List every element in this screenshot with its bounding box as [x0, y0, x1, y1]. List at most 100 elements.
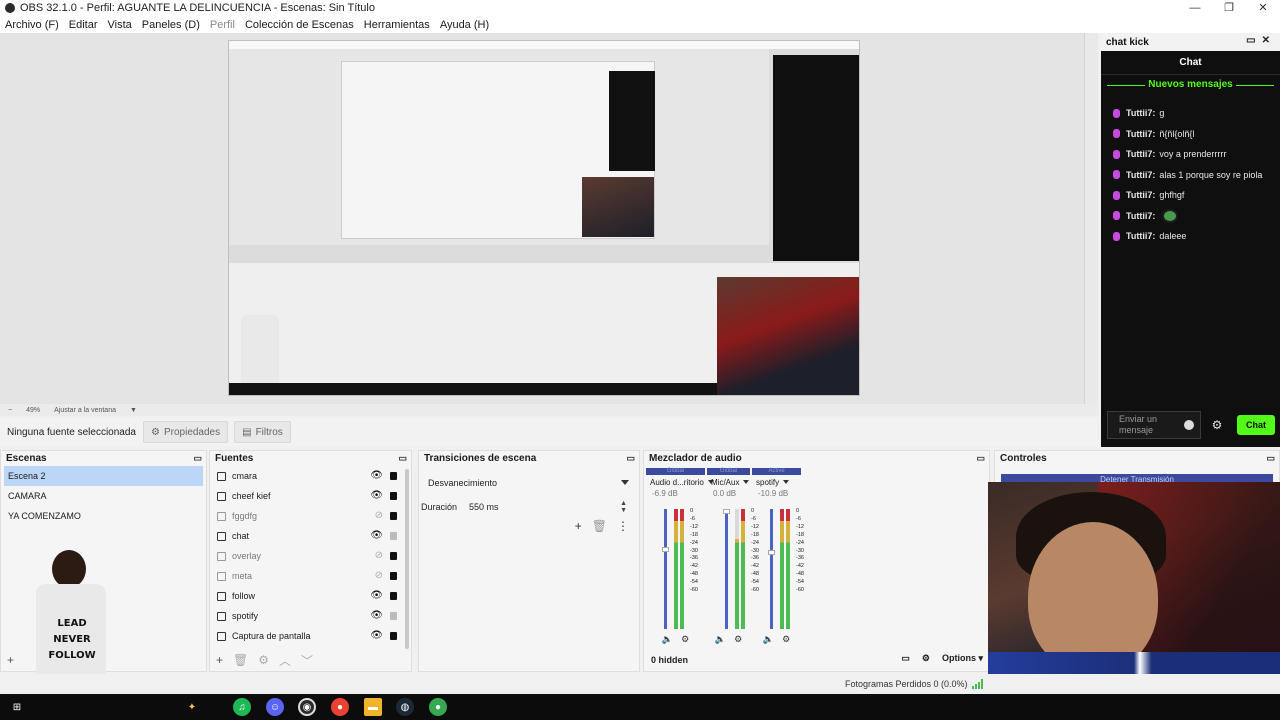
hidden-count[interactable]: 0 hidden — [651, 655, 688, 665]
steam-icon[interactable]: ◍ — [396, 698, 414, 716]
zoom-mode[interactable]: Ajustar a la ventana — [54, 407, 116, 414]
lock-icon[interactable] — [390, 612, 397, 620]
chat-username[interactable]: Tuttii7: — [1126, 231, 1155, 241]
lock-icon[interactable] — [390, 532, 397, 540]
dock-float-icon[interactable]: ▭ — [626, 453, 635, 464]
eye-icon[interactable]: 👁 — [370, 590, 383, 601]
mixer-options-button[interactable]: Options ▾ — [942, 653, 983, 664]
eye-hidden-icon[interactable]: ⊘ — [375, 550, 383, 561]
chrome-icon[interactable]: ● — [331, 698, 349, 716]
menu-ayuda[interactable]: Ayuda (H) — [435, 19, 494, 31]
volume-fader[interactable] — [662, 509, 669, 629]
dock-float-icon[interactable]: ▭ — [193, 453, 202, 464]
source-item[interactable]: spotify 👁 — [210, 606, 411, 626]
eye-icon[interactable]: 👁 — [370, 470, 383, 481]
menu-editar[interactable]: Editar — [64, 19, 103, 31]
source-item[interactable]: meta ⊘ — [210, 566, 411, 586]
chevron-down-icon[interactable] — [743, 480, 750, 484]
source-item[interactable]: follow 👁 — [210, 586, 411, 606]
preview-scrollbar[interactable] — [1084, 33, 1098, 404]
channel-name[interactable]: spotify — [752, 475, 801, 489]
menu-archivo[interactable]: Archivo (F) — [0, 19, 64, 31]
windows-start-icon[interactable]: ⊞ — [8, 698, 26, 716]
chevron-down-icon[interactable]: ▼ — [130, 407, 137, 414]
volume-fader[interactable] — [768, 509, 775, 629]
sparkle-icon[interactable]: ✦ — [180, 698, 204, 716]
spotify-icon[interactable]: ♫ — [233, 698, 251, 716]
layout-icon[interactable]: ▭ — [901, 653, 910, 664]
source-item[interactable]: Captura de pantalla 👁 — [210, 626, 411, 646]
chevron-down-icon[interactable] — [783, 480, 790, 484]
chat-settings-gear-icon[interactable]: ⚙ — [1207, 418, 1227, 432]
eye-icon[interactable]: 👁 — [370, 530, 383, 541]
fader-knob[interactable] — [723, 509, 730, 514]
menu-vista[interactable]: Vista — [103, 19, 137, 31]
menu-paneles[interactable]: Paneles (D) — [137, 19, 205, 31]
add-scene-icon[interactable]: + — [7, 653, 14, 667]
properties-button[interactable]: ⚙ Propiedades — [143, 421, 229, 443]
lock-icon[interactable] — [390, 572, 397, 580]
eye-icon[interactable]: 👁 — [370, 610, 383, 621]
add-transition-icon[interactable]: + — [575, 519, 582, 533]
zoom-level[interactable]: 49% — [26, 407, 40, 414]
chat-username[interactable]: Tuttii7: — [1126, 108, 1155, 118]
chat-message-input[interactable]: Enviar un mensaje — [1107, 411, 1201, 439]
source-item[interactable]: cheef kief 👁 — [210, 486, 411, 506]
discord-icon[interactable]: ☺ — [266, 698, 284, 716]
close-button[interactable]: ✕ — [1246, 0, 1280, 16]
stream-preview[interactable] — [228, 40, 860, 396]
eye-hidden-icon[interactable]: ⊘ — [375, 570, 383, 581]
file-explorer-icon[interactable]: ▬ — [364, 698, 382, 716]
chat-username[interactable]: Tuttii7: — [1126, 211, 1155, 221]
mute-speaker-icon[interactable]: 🔈 — [763, 634, 774, 645]
lock-icon[interactable] — [390, 632, 397, 640]
move-up-icon[interactable]: ︿ — [279, 652, 291, 669]
maximize-button[interactable]: ❐ — [1212, 0, 1246, 16]
trash-icon[interactable]: 🗑 — [233, 653, 248, 667]
lock-icon[interactable] — [390, 472, 397, 480]
scene-item[interactable]: Escena 2 — [4, 466, 203, 486]
filters-button[interactable]: ▤ Filtros — [234, 421, 291, 443]
dock-float-icon[interactable]: ▭ — [976, 453, 985, 464]
obs-icon[interactable]: ◉ — [298, 698, 316, 716]
fader-knob[interactable] — [768, 550, 775, 555]
lock-icon[interactable] — [390, 592, 397, 600]
channel-settings-icon[interactable]: ⚙ — [782, 634, 790, 645]
advanced-audio-icon[interactable]: ⚙ — [922, 653, 930, 664]
source-item[interactable]: cmara 👁 — [210, 466, 411, 486]
volume-fader[interactable] — [723, 509, 730, 629]
fader-knob[interactable] — [662, 547, 669, 552]
move-down-icon[interactable]: ﹀ — [301, 652, 313, 669]
eye-icon[interactable]: 👁 — [370, 630, 383, 641]
channel-settings-icon[interactable]: ⚙ — [734, 634, 742, 645]
zoom-out-icon[interactable]: − — [8, 407, 12, 414]
add-source-icon[interactable]: + — [216, 653, 223, 667]
chrome-profile-icon[interactable]: ● — [429, 698, 447, 716]
channel-name[interactable]: Mic/Aux — [707, 475, 750, 489]
minimize-button[interactable]: — — [1178, 0, 1212, 16]
lock-icon[interactable] — [390, 492, 397, 500]
trash-icon[interactable]: 🗑 — [592, 519, 607, 533]
chat-username[interactable]: Tuttii7: — [1126, 129, 1155, 139]
mute-speaker-icon[interactable]: 🔈 — [662, 634, 673, 645]
scene-item[interactable]: CAMARA — [1, 486, 206, 506]
channel-settings-icon[interactable]: ⚙ — [681, 634, 689, 645]
eye-hidden-icon[interactable]: ⊘ — [375, 510, 383, 521]
menu-herramientas[interactable]: Herramientas — [359, 19, 435, 31]
lock-icon[interactable] — [390, 552, 397, 560]
dock-controls[interactable]: ▭✕ — [1246, 35, 1276, 46]
chat-username[interactable]: Tuttii7: — [1126, 170, 1155, 180]
chat-username[interactable]: Tuttii7: — [1126, 190, 1155, 200]
duration-input[interactable]: 550 ms — [469, 502, 499, 512]
dock-float-icon[interactable]: ▭ — [398, 453, 407, 464]
transition-select[interactable]: Desvanecimiento — [423, 474, 635, 492]
chat-username[interactable]: Tuttii7: — [1126, 149, 1155, 159]
emoji-icon[interactable] — [1184, 420, 1194, 430]
source-item[interactable]: chat 👁 — [210, 526, 411, 546]
dock-float-icon[interactable]: ▭ — [1266, 453, 1275, 464]
eye-icon[interactable]: 👁 — [370, 490, 383, 501]
lock-icon[interactable] — [390, 512, 397, 520]
scene-item[interactable]: YA COMENZAMO — [1, 506, 206, 526]
channel-name[interactable]: Audio d...ritorio — [646, 475, 714, 489]
gear-icon[interactable]: ⚙ — [258, 653, 269, 667]
